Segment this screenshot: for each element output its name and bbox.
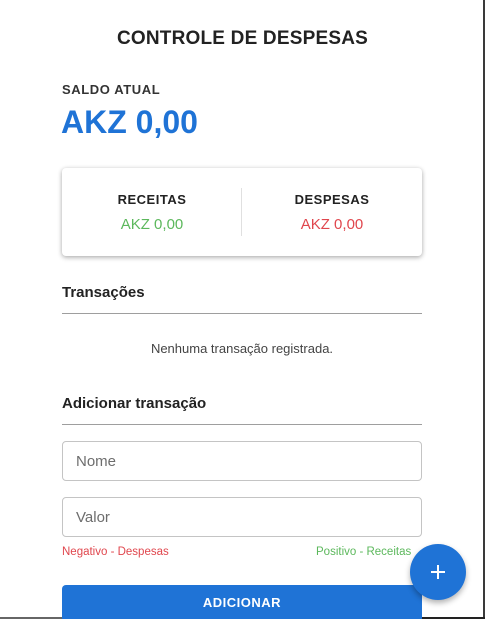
expense-summary: DESPESAS AKZ 0,00 xyxy=(242,168,422,256)
add-fab-button[interactable] xyxy=(410,544,466,600)
empty-transactions-message: Nenhuma transação registrada. xyxy=(150,341,334,356)
expense-label: DESPESAS xyxy=(294,192,370,207)
summary-card: RECEITAS AKZ 0,00 DESPESAS AKZ 0,00 xyxy=(62,168,422,256)
positive-hint: Positivo - Receitas xyxy=(316,546,412,558)
income-label: RECEITAS xyxy=(117,192,187,207)
add-transaction-divider xyxy=(62,424,422,425)
transactions-divider xyxy=(62,313,422,314)
plus-icon xyxy=(431,565,445,579)
name-input[interactable] xyxy=(62,441,422,481)
expense-value: AKZ 0,00 xyxy=(300,216,364,233)
income-summary: RECEITAS AKZ 0,00 xyxy=(62,168,242,256)
add-transaction-title: Adicionar transação xyxy=(62,395,207,412)
income-value: AKZ 0,00 xyxy=(120,216,184,233)
balance-value: AKZ 0,00 xyxy=(61,104,198,140)
value-input[interactable] xyxy=(62,497,422,537)
balance-label: SALDO ATUAL xyxy=(62,82,161,97)
negative-hint: Negativo - Despesas xyxy=(62,546,169,558)
transactions-title: Transações xyxy=(62,284,145,301)
page-title: CONTROLE DE DESPESAS xyxy=(116,28,369,49)
add-button[interactable]: ADICIONAR xyxy=(62,585,422,619)
